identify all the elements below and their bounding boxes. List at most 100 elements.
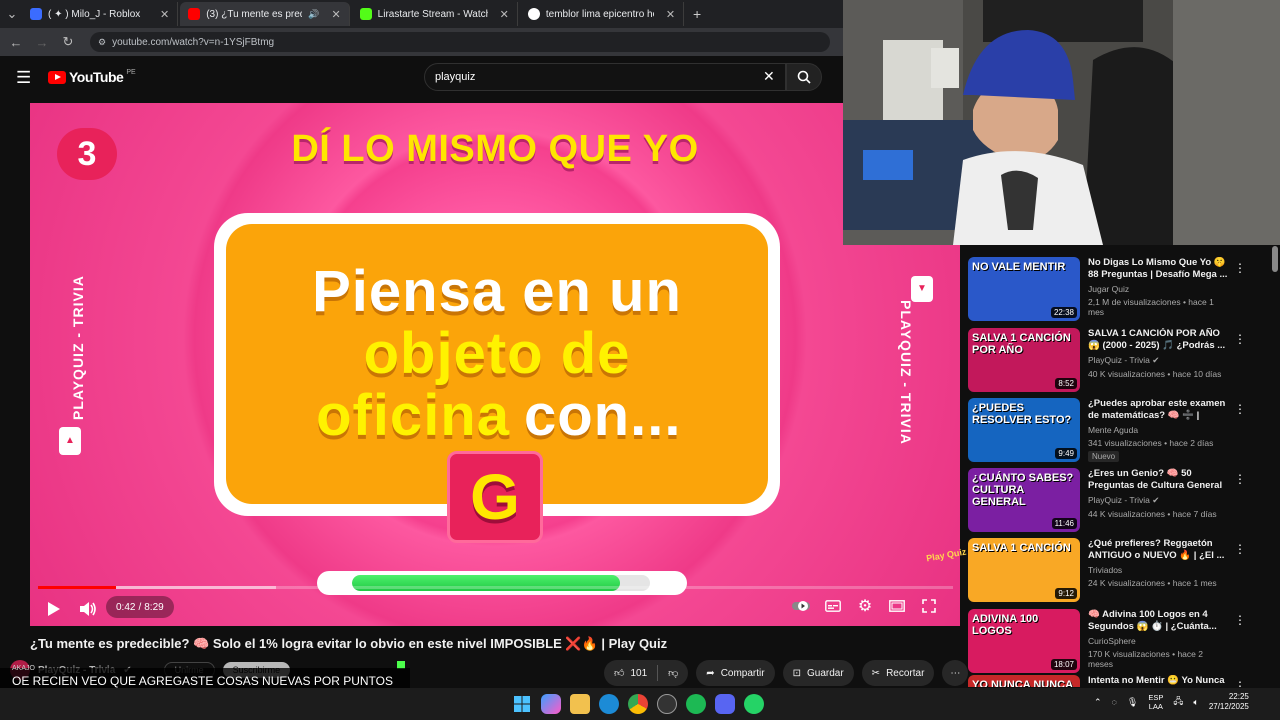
discord-icon[interactable] bbox=[715, 694, 735, 714]
more-vertical-icon[interactable]: ⋮ bbox=[1234, 261, 1246, 275]
tab-close-icon[interactable]: ✕ bbox=[500, 8, 509, 21]
microphone-icon[interactable]: 🎙︎ bbox=[1127, 697, 1138, 708]
network-icon[interactable]: 🖧 bbox=[1173, 694, 1183, 710]
recommended-title[interactable]: ¿Eres un Genio? 🧠 50 Preguntas de Cultur… bbox=[1088, 468, 1228, 492]
recommended-video[interactable]: ¿PUEDES RESOLVER ESTO? 9:49 ¿Puedes aproba… bbox=[968, 398, 1248, 464]
recommended-title[interactable]: No Digas Lo Mismo Que Yo 🤫 88 Preguntas … bbox=[1088, 257, 1228, 281]
search-button[interactable] bbox=[786, 63, 822, 91]
youtube-logo[interactable]: YouTube PE bbox=[48, 69, 136, 85]
language-indicator[interactable]: ESP LAA bbox=[1148, 693, 1163, 711]
recommended-title[interactable]: SALVA 1 CANCIÓN POR AÑO 😱 (2000 - 2025) … bbox=[1088, 328, 1228, 352]
recommended-title[interactable]: ¿Qué prefieres? Reggaetón ANTIGUO o NUEV… bbox=[1088, 538, 1228, 562]
recommended-video[interactable]: SALVA 1 CANCIÓN 9:12 ¿Qué prefieres? Regga… bbox=[968, 538, 1248, 604]
thumbs-up-icon: 👍︎ bbox=[614, 668, 625, 679]
recommended-video[interactable]: ADIVINA 100 LOGOS 18:07 🧠 Adivina 100 Logo… bbox=[968, 609, 1248, 675]
video-thumbnail[interactable]: ¿CUÁNTO SABES? CULTURA GENERAL 11:46 bbox=[968, 468, 1080, 532]
recommended-video[interactable]: ¿CUÁNTO SABES? CULTURA GENERAL 11:46 ¿Eres… bbox=[968, 468, 1248, 534]
tab-audio-icon[interactable]: 🔊 bbox=[308, 9, 319, 20]
recommended-channel-name: Mente Aguda bbox=[1088, 425, 1139, 435]
recommended-channel-name: PlayQuiz - Trivia bbox=[1088, 495, 1150, 505]
edge-browser-icon[interactable] bbox=[599, 694, 619, 714]
video-thumbnail[interactable]: SALVA 1 CANCIÓN POR AÑO 8:52 bbox=[968, 328, 1080, 392]
more-vertical-icon[interactable]: ⋮ bbox=[1234, 613, 1246, 627]
more-vertical-icon[interactable]: ⋮ bbox=[1234, 472, 1246, 486]
forward-arrow-icon[interactable]: → bbox=[34, 35, 50, 50]
triangle-down-icon: ▼ bbox=[911, 276, 933, 302]
tab-title: ( ✦ ) Milo_J - Roblox bbox=[48, 8, 141, 20]
sidebar-scrollbar[interactable] bbox=[1272, 246, 1278, 272]
roblox-favicon-icon bbox=[30, 8, 42, 20]
recommended-title[interactable]: ¿Puedes aprobar este examen de matemátic… bbox=[1088, 398, 1228, 422]
progress-played bbox=[38, 586, 116, 589]
url-field[interactable]: ⚙ youtube.com/watch?v=n-1YSjFBtmg bbox=[90, 32, 830, 52]
obs-icon[interactable] bbox=[657, 694, 677, 714]
speaker-icon[interactable]: 🔈︎ bbox=[1193, 697, 1198, 708]
tray-chevron-icon[interactable]: ⌃ bbox=[1094, 697, 1102, 708]
browser-tab-youtube[interactable]: (3) ¿Tu mente es predecible... 🔊 ✕ bbox=[180, 2, 350, 26]
more-actions-button[interactable]: ⋯ bbox=[942, 660, 969, 686]
whatsapp-icon[interactable] bbox=[744, 694, 764, 714]
tab-close-icon[interactable]: ✕ bbox=[331, 8, 340, 21]
subtitles-icon[interactable] bbox=[824, 597, 842, 615]
more-vertical-icon[interactable]: ⋮ bbox=[1234, 402, 1246, 416]
save-button[interactable]: ⊡ Guardar bbox=[782, 660, 854, 686]
tray-app-icon[interactable]: ◌ bbox=[1112, 697, 1117, 707]
video-thumbnail[interactable]: ADIVINA 100 LOGOS 18:07 bbox=[968, 609, 1080, 673]
system-clock[interactable]: 22:25 27/12/2025 bbox=[1209, 692, 1249, 712]
more-vertical-icon[interactable]: ⋮ bbox=[1234, 542, 1246, 556]
youtube-play-logo-icon bbox=[48, 70, 66, 84]
site-info-icon[interactable]: ⚙ bbox=[98, 37, 106, 48]
tab-list-chevron-icon[interactable]: ⌄ bbox=[4, 6, 20, 22]
tab-close-icon[interactable]: ✕ bbox=[666, 8, 675, 21]
save-label: Guardar bbox=[806, 667, 844, 679]
recommended-video[interactable]: YO NUNCA NUNCA Intenta no Mentir 😬 Yo Nun… bbox=[968, 675, 1248, 687]
recommended-channel[interactable]: CurioSphere bbox=[1088, 636, 1228, 646]
recommended-channel[interactable]: Triviados bbox=[1088, 565, 1228, 575]
theater-mode-icon[interactable] bbox=[888, 597, 906, 615]
share-button[interactable]: ➦ Compartir bbox=[696, 660, 775, 686]
taskbar-apps bbox=[512, 694, 764, 714]
video-thumbnail[interactable]: NO VALE MENTIR 22:38 bbox=[968, 257, 1080, 321]
browser-tab-google[interactable]: temblor lima epicentro hoy - B... ✕ bbox=[520, 2, 685, 26]
file-explorer-icon[interactable] bbox=[570, 694, 590, 714]
video-thumbnail[interactable]: YO NUNCA NUNCA bbox=[968, 675, 1080, 687]
dislike-button[interactable]: 👎︎ bbox=[668, 667, 678, 679]
clip-button[interactable]: ✂ Recortar bbox=[861, 660, 935, 686]
new-tab-button[interactable]: + bbox=[686, 6, 708, 22]
recommended-video[interactable]: SALVA 1 CANCIÓN POR AÑO 8:52 SALVA 1 CANCI… bbox=[968, 328, 1248, 394]
windows-start-icon[interactable] bbox=[512, 694, 532, 714]
recommended-channel[interactable]: PlayQuiz - Trivia ✔ bbox=[1088, 495, 1228, 506]
recommended-channel[interactable]: PlayQuiz - Trivia ✔ bbox=[1088, 355, 1228, 366]
spotify-icon[interactable] bbox=[686, 694, 706, 714]
video-progress-bar[interactable] bbox=[38, 586, 953, 589]
settings-gear-icon[interactable]: ⚙ bbox=[856, 597, 874, 615]
video-thumbnail[interactable]: SALVA 1 CANCIÓN 9:12 bbox=[968, 538, 1080, 602]
recommended-channel[interactable]: Mente Aguda bbox=[1088, 425, 1228, 435]
tab-close-icon[interactable]: ✕ bbox=[160, 8, 169, 21]
video-duration: 9:12 bbox=[1055, 588, 1077, 599]
video-thumbnail[interactable]: ¿PUEDES RESOLVER ESTO? 9:49 bbox=[968, 398, 1080, 462]
chrome-browser-icon[interactable] bbox=[628, 694, 648, 714]
more-vertical-icon[interactable]: ⋮ bbox=[1234, 679, 1246, 687]
recommended-title[interactable]: Intenta no Mentir 😬 Yo Nunca bbox=[1088, 675, 1228, 687]
search-input[interactable]: playquiz bbox=[424, 63, 786, 91]
recommended-channel[interactable]: Jugar Quiz bbox=[1088, 284, 1228, 294]
recommended-video[interactable]: NO VALE MENTIR 22:38 No Digas Lo Mismo Que… bbox=[968, 257, 1248, 323]
clear-search-icon[interactable]: ✕ bbox=[763, 68, 775, 85]
video-title: ¿Tu mente es predecible? 🧠 Solo el 1% lo… bbox=[30, 636, 668, 651]
fullscreen-icon[interactable] bbox=[920, 597, 938, 615]
recommended-title[interactable]: 🧠 Adivina 100 Logos en 4 Segundos 😱 ⏱️ |… bbox=[1088, 609, 1228, 633]
kick-favicon-icon bbox=[359, 8, 372, 20]
play-button[interactable] bbox=[43, 599, 63, 619]
thumbnail-text: ¿CUÁNTO SABES? CULTURA GENERAL bbox=[972, 472, 1074, 508]
reload-icon[interactable]: ↻ bbox=[60, 34, 76, 50]
back-arrow-icon[interactable]: ← bbox=[8, 35, 24, 50]
more-vertical-icon[interactable]: ⋮ bbox=[1234, 332, 1246, 346]
copilot-icon[interactable] bbox=[541, 694, 561, 714]
browser-tab-roblox[interactable]: ( ✦ ) Milo_J - Roblox ✕ bbox=[22, 2, 179, 26]
like-button[interactable]: 👍︎ 101 bbox=[614, 667, 647, 680]
autoplay-toggle-icon[interactable] bbox=[792, 597, 810, 615]
volume-button[interactable] bbox=[78, 599, 98, 619]
browser-tab-kick[interactable]: Lirastarte Stream - Watch Live ✕ bbox=[352, 2, 518, 26]
hamburger-menu-icon[interactable]: ☰ bbox=[16, 68, 31, 88]
